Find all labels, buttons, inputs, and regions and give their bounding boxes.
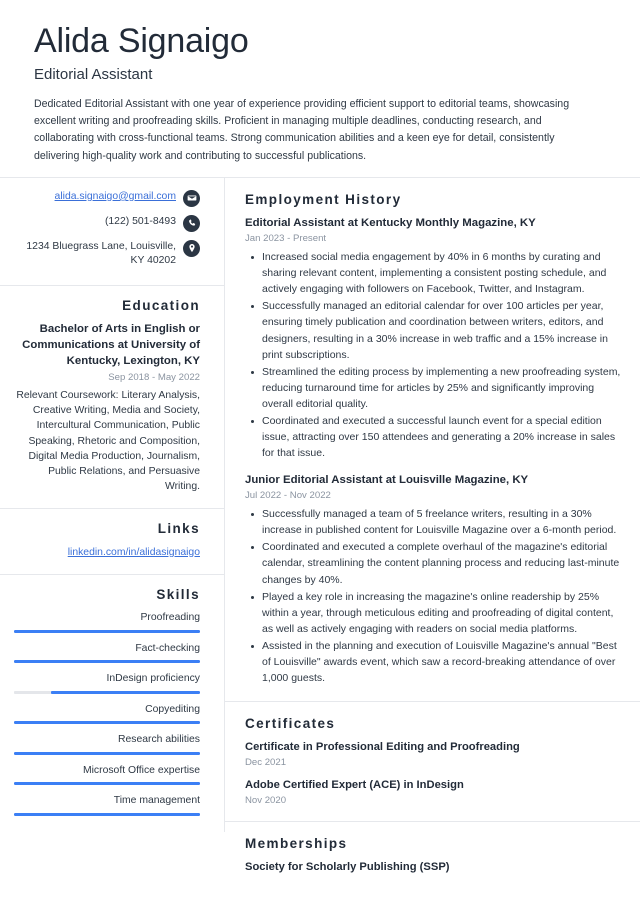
skill-level-fill xyxy=(14,812,200,816)
employment-title: Employment History xyxy=(245,191,402,207)
resume-header: Alida Signaigo Editorial Assistant Dedic… xyxy=(0,0,640,177)
links-list: linkedin.com/in/alidasignaigo xyxy=(14,546,200,561)
skill-item: InDesign proficiency xyxy=(14,672,200,694)
skill-item: Copyediting xyxy=(14,703,200,725)
employment-section: Employment History Editorial Assistant a… xyxy=(225,178,640,702)
main-column: Employment History Editorial Assistant a… xyxy=(225,178,640,889)
skill-label: Research abilities xyxy=(117,734,200,746)
education-date: Sep 2018 - May 2022 xyxy=(108,371,200,383)
skill-level-fill xyxy=(14,782,200,786)
skill-label: Copyediting xyxy=(145,703,200,715)
skill-level-bar xyxy=(14,721,200,725)
professional-summary: Dedicated Editorial Assistant with one y… xyxy=(34,98,570,162)
skill-level-bar xyxy=(14,812,200,816)
skill-level-fill xyxy=(14,629,200,633)
skill-level-bar xyxy=(14,690,200,694)
resume-page: Alida Signaigo Editorial Assistant Dedic… xyxy=(0,0,640,905)
certificate-date: Nov 2020 xyxy=(245,794,287,806)
memberships-section: Memberships Society for Scholarly Publis… xyxy=(225,822,640,889)
resume-body: alida.signaigo@gmail.com (122) 501-8493 xyxy=(0,177,640,889)
links-title: Links xyxy=(157,521,200,537)
contact-email-text: alida.signaigo@gmail.com xyxy=(55,190,176,205)
education-degree: Bachelor of Arts in English or Communica… xyxy=(22,323,200,367)
education-title: Education xyxy=(122,298,200,314)
employment-list: Editorial Assistant at Kentucky Monthly … xyxy=(245,216,624,686)
employment-bullet: Coordinated and executed a complete over… xyxy=(251,539,624,587)
contact-address-row[interactable]: 1234 Bluegrass Lane, Louisville, KY 4020… xyxy=(14,239,200,270)
skill-level-bar xyxy=(14,782,200,786)
skill-label: Proofreading xyxy=(140,612,201,624)
certificate-name: Certificate in Professional Editing and … xyxy=(245,741,520,754)
skill-label: InDesign proficiency xyxy=(106,673,200,685)
certificate-name: Adobe Certified Expert (ACE) in InDesign xyxy=(245,779,464,792)
employment-bullet: Played a key role in increasing the maga… xyxy=(251,589,624,637)
contact-phone-text: (122) 501-8493 xyxy=(104,215,176,227)
employment-bullet-list: Increased social media engagement by 40%… xyxy=(245,249,624,461)
linkedin-link[interactable]: linkedin.com/in/alidasignaigo xyxy=(68,547,200,558)
employment-date: Jan 2023 - Present xyxy=(245,232,327,244)
employment-bullet: Streamlined the editing process by imple… xyxy=(251,364,624,412)
employment-bullet: Coordinated and executed a successful la… xyxy=(251,413,624,461)
skill-label: Microsoft Office expertise xyxy=(82,764,200,776)
memberships-list: Society for Scholarly Publishing (SSP) xyxy=(245,860,624,875)
sidebar-column: alida.signaigo@gmail.com (122) 501-8493 xyxy=(0,177,225,832)
certificates-section: Certificates Certificate in Professional… xyxy=(225,702,640,823)
employment-bullet-list: Successfully managed a team of 5 freelan… xyxy=(245,506,624,686)
contact-section: alida.signaigo@gmail.com (122) 501-8493 xyxy=(0,178,224,287)
employment-item: Junior Editorial Assistant at Louisville… xyxy=(245,473,624,686)
employment-bullet: Successfully managed an editorial calend… xyxy=(251,298,624,362)
education-section: Education Bachelor of Arts in English or… xyxy=(0,286,224,510)
skill-level-bar xyxy=(14,660,200,664)
employment-bullet: Assisted in the planning and execution o… xyxy=(251,638,624,686)
memberships-title: Memberships xyxy=(245,836,348,852)
employment-item: Editorial Assistant at Kentucky Monthly … xyxy=(245,216,624,461)
certificates-title: Certificates xyxy=(245,715,336,731)
certificate-item: Adobe Certified Expert (ACE) in InDesign… xyxy=(245,778,624,807)
location-pin-icon xyxy=(183,239,200,257)
contact-address-text: 1234 Bluegrass Lane, Louisville, KY 4020… xyxy=(26,240,176,267)
email-link[interactable]: alida.signaigo@gmail.com xyxy=(55,191,176,202)
skill-label: Time management xyxy=(113,795,200,807)
skills-title: Skills xyxy=(156,587,200,603)
skill-item: Microsoft Office expertise xyxy=(14,764,200,786)
employment-date: Jul 2022 - Nov 2022 xyxy=(245,489,331,501)
skill-item: Research abilities xyxy=(14,733,200,755)
skill-item: Time management xyxy=(14,794,200,816)
candidate-name: Alida Signaigo xyxy=(34,22,249,60)
skill-item: Fact-checking xyxy=(14,642,200,664)
envelope-icon xyxy=(183,189,200,207)
skill-level-fill xyxy=(14,751,200,755)
contact-email-row[interactable]: alida.signaigo@gmail.com xyxy=(14,189,200,207)
skill-level-bar xyxy=(14,629,200,633)
certificate-date: Dec 2021 xyxy=(245,756,287,768)
employment-heading: Editorial Assistant at Kentucky Monthly … xyxy=(245,216,536,229)
employment-bullet: Successfully managed a team of 5 freelan… xyxy=(251,506,624,538)
skill-level-fill xyxy=(51,690,200,694)
skill-item: Proofreading xyxy=(14,611,200,633)
education-description: Relevant Coursework: Literary Analysis, … xyxy=(16,390,200,493)
employment-heading: Junior Editorial Assistant at Louisville… xyxy=(245,474,529,486)
employment-bullet: Increased social media engagement by 40%… xyxy=(251,249,624,297)
skills-list: Proofreading Fact-checking InDesign profic… xyxy=(14,611,200,816)
phone-icon xyxy=(183,214,200,232)
skills-section: Skills Proofreading Fact-checking InDesign… xyxy=(0,575,224,832)
skill-level-fill xyxy=(14,721,200,725)
certificate-item: Certificate in Professional Editing and … xyxy=(245,740,624,769)
certificates-list: Certificate in Professional Editing and … xyxy=(245,740,624,807)
skill-label: Fact-checking xyxy=(135,642,200,654)
skill-level-fill xyxy=(14,660,200,664)
skill-level-bar xyxy=(14,751,200,755)
candidate-job-title: Editorial Assistant xyxy=(34,66,153,84)
membership-name: Society for Scholarly Publishing (SSP) xyxy=(245,861,450,874)
contact-phone-row[interactable]: (122) 501-8493 xyxy=(14,214,200,232)
links-section: Links linkedin.com/in/alidasignaigo xyxy=(0,509,224,576)
